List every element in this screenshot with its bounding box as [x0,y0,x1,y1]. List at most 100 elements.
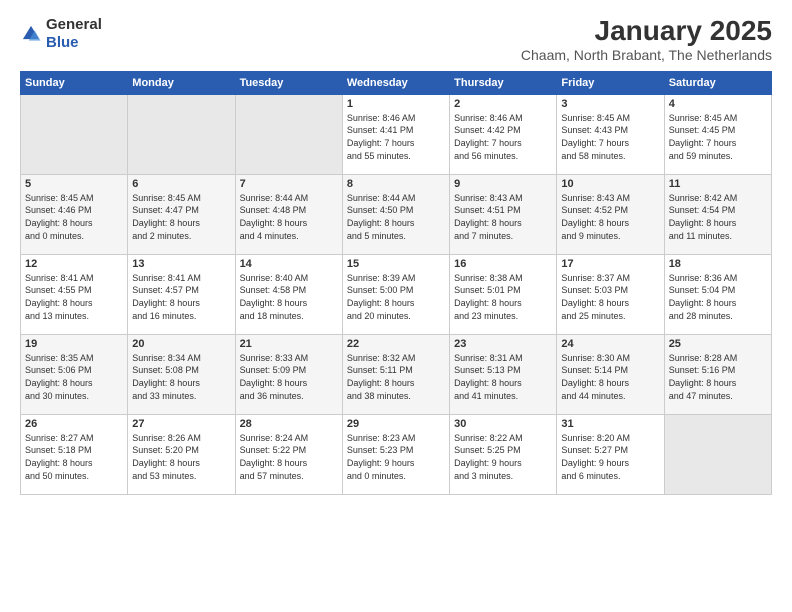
logo-icon [20,23,42,45]
table-row: 20 Sunrise: 8:34 AM Sunset: 5:08 PM Dayli… [128,334,235,414]
logo-blue: Blue [46,34,79,51]
table-row: 10 Sunrise: 8:43 AM Sunset: 4:52 PM Dayli… [557,174,664,254]
day-number: 15 [347,258,445,270]
col-monday: Monday [128,71,235,94]
col-sunday: Sunday [21,71,128,94]
day-number: 29 [347,418,445,430]
table-row: 13Sunrise: 8:41 AM Sunset: 4:57 PM Dayli… [128,254,235,334]
week-row-4: 26 Sunrise: 8:27 AM Sunset: 5:18 PM Dayli… [21,414,772,494]
day-number: 7 [240,178,338,190]
day-number: 17 [561,258,659,270]
header-row: Sunday Monday Tuesday Wednesday Thursday… [21,71,772,94]
cell-info: Sunrise: 8:44 AM Sunset: 4:48 PM Dayligh… [240,192,338,242]
table-row: 4Sunrise: 8:45 AM Sunset: 4:45 PM Daylig… [664,94,771,174]
cell-info: Sunrise: 8:46 AM Sunset: 4:42 PM Dayligh… [454,112,552,162]
cell-info: Sunrise: 8:45 AM Sunset: 4:45 PM Dayligh… [669,112,767,162]
week-row-2: 12 Sunrise: 8:41 AM Sunset: 4:55 PM Dayli… [21,254,772,334]
cell-info: Sunrise: 8:44 AM Sunset: 4:50 PM Dayligh… [347,192,445,242]
day-number: 11 [669,178,767,190]
table-row: 25 Sunrise: 8:28 AM Sunset: 5:16 PM Dayli… [664,334,771,414]
cell-info: Sunrise: 8:43 AM Sunset: 4:52 PM Dayligh… [561,192,659,242]
cell-info: Sunrise: 8:26 AM Sunset: 5:20 PM Dayligh… [132,432,230,482]
cell-info: Sunrise: 8:36 AM Sunset: 5:04 PM Dayligh… [669,272,767,322]
cell-info: Sunrise: 8:43 AM Sunset: 4:51 PM Dayligh… [454,192,552,242]
day-number: 26 [25,418,123,430]
table-row: 24 Sunrise: 8:30 AM Sunset: 5:14 PM Dayli… [557,334,664,414]
day-number: 6 [132,178,230,190]
table-row: 18 Sunrise: 8:36 AM Sunset: 5:04 PM Dayli… [664,254,771,334]
table-row: 21Sunrise: 8:33 AM Sunset: 5:09 PM Dayli… [235,334,342,414]
table-row: 22Sunrise: 8:32 AM Sunset: 5:11 PM Dayli… [342,334,449,414]
table-row [21,94,128,174]
day-number: 27 [132,418,230,430]
table-row: 5 Sunrise: 8:45 AM Sunset: 4:46 PM Daylig… [21,174,128,254]
month-title: January 2025 [521,16,772,47]
cell-info: Sunrise: 8:30 AM Sunset: 5:14 PM Dayligh… [561,352,659,402]
day-number: 16 [454,258,552,270]
day-number: 24 [561,338,659,350]
table-row: 29 Sunrise: 8:23 AM Sunset: 5:23 PM Dayli… [342,414,449,494]
cell-info: Sunrise: 8:34 AM Sunset: 5:08 PM Dayligh… [132,352,230,402]
day-number: 12 [25,258,123,270]
calendar-table: Sunday Monday Tuesday Wednesday Thursday… [20,71,772,495]
day-number: 10 [561,178,659,190]
cell-info: Sunrise: 8:35 AM Sunset: 5:06 PM Dayligh… [25,352,123,402]
day-number: 5 [25,178,123,190]
table-row: 7 Sunrise: 8:44 AM Sunset: 4:48 PM Daylig… [235,174,342,254]
table-row: 3Sunrise: 8:45 AM Sunset: 4:43 PM Daylig… [557,94,664,174]
cell-info: Sunrise: 8:40 AM Sunset: 4:58 PM Dayligh… [240,272,338,322]
cell-info: Sunrise: 8:39 AM Sunset: 5:00 PM Dayligh… [347,272,445,322]
cell-info: Sunrise: 8:20 AM Sunset: 5:27 PM Dayligh… [561,432,659,482]
table-row: 2 Sunrise: 8:46 AM Sunset: 4:42 PM Daylig… [450,94,557,174]
col-wednesday: Wednesday [342,71,449,94]
cell-info: Sunrise: 8:41 AM Sunset: 4:55 PM Dayligh… [25,272,123,322]
table-row [128,94,235,174]
day-number: 28 [240,418,338,430]
table-row: 9 Sunrise: 8:43 AM Sunset: 4:51 PM Daylig… [450,174,557,254]
cell-info: Sunrise: 8:24 AM Sunset: 5:22 PM Dayligh… [240,432,338,482]
cell-info: Sunrise: 8:46 AM Sunset: 4:41 PM Dayligh… [347,112,445,162]
cell-info: Sunrise: 8:37 AM Sunset: 5:03 PM Dayligh… [561,272,659,322]
day-number: 25 [669,338,767,350]
cell-info: Sunrise: 8:45 AM Sunset: 4:47 PM Dayligh… [132,192,230,242]
day-number: 19 [25,338,123,350]
day-number: 2 [454,98,552,110]
col-tuesday: Tuesday [235,71,342,94]
logo: General Blue [20,16,102,52]
day-number: 9 [454,178,552,190]
day-number: 13 [132,258,230,270]
day-number: 8 [347,178,445,190]
day-number: 18 [669,258,767,270]
cell-info: Sunrise: 8:45 AM Sunset: 4:46 PM Dayligh… [25,192,123,242]
col-saturday: Saturday [664,71,771,94]
day-number: 1 [347,98,445,110]
day-number: 31 [561,418,659,430]
table-row: 6 Sunrise: 8:45 AM Sunset: 4:47 PM Daylig… [128,174,235,254]
logo-general: General [46,16,102,33]
table-row [664,414,771,494]
week-row-3: 19 Sunrise: 8:35 AM Sunset: 5:06 PM Dayli… [21,334,772,414]
cell-info: Sunrise: 8:42 AM Sunset: 4:54 PM Dayligh… [669,192,767,242]
cell-info: Sunrise: 8:23 AM Sunset: 5:23 PM Dayligh… [347,432,445,482]
day-number: 14 [240,258,338,270]
page: General Blue January 2025 Chaam, North B… [0,0,792,505]
col-thursday: Thursday [450,71,557,94]
week-row-0: 1 Sunrise: 8:46 AM Sunset: 4:41 PM Daylig… [21,94,772,174]
cell-info: Sunrise: 8:33 AM Sunset: 5:09 PM Dayligh… [240,352,338,402]
title-block: January 2025 Chaam, North Brabant, The N… [521,16,772,63]
logo-text: General Blue [46,16,102,52]
cell-info: Sunrise: 8:27 AM Sunset: 5:18 PM Dayligh… [25,432,123,482]
table-row: 17 Sunrise: 8:37 AM Sunset: 5:03 PM Dayli… [557,254,664,334]
table-row: 14 Sunrise: 8:40 AM Sunset: 4:58 PM Dayli… [235,254,342,334]
header: General Blue January 2025 Chaam, North B… [20,16,772,63]
table-row: 30Sunrise: 8:22 AM Sunset: 5:25 PM Dayli… [450,414,557,494]
table-row: 15 Sunrise: 8:39 AM Sunset: 5:00 PM Dayli… [342,254,449,334]
cell-info: Sunrise: 8:22 AM Sunset: 5:25 PM Dayligh… [454,432,552,482]
day-number: 20 [132,338,230,350]
table-row: 1 Sunrise: 8:46 AM Sunset: 4:41 PM Daylig… [342,94,449,174]
day-number: 22 [347,338,445,350]
table-row: 31 Sunrise: 8:20 AM Sunset: 5:27 PM Dayli… [557,414,664,494]
table-row [235,94,342,174]
table-row: 19 Sunrise: 8:35 AM Sunset: 5:06 PM Dayli… [21,334,128,414]
cell-info: Sunrise: 8:28 AM Sunset: 5:16 PM Dayligh… [669,352,767,402]
